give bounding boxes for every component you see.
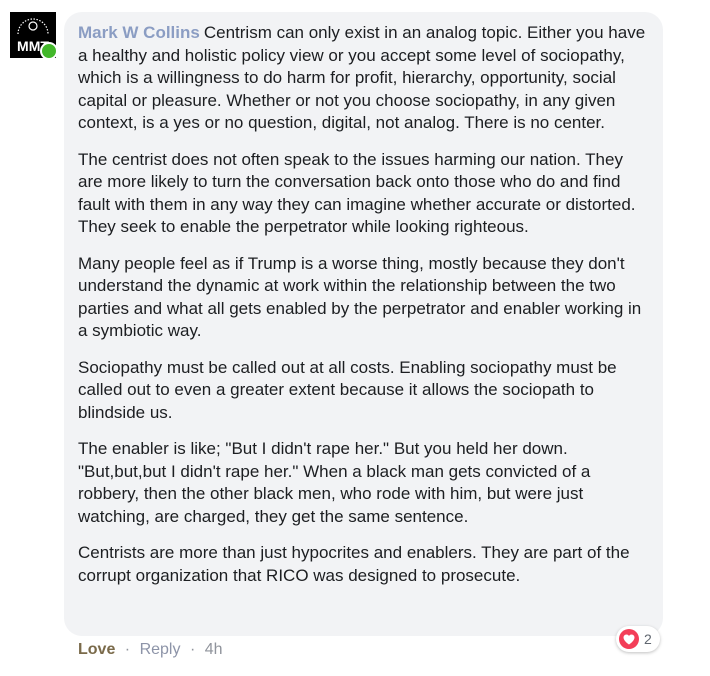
comment-paragraph-2: The centrist does not often speak to the… [78, 149, 636, 237]
comment-paragraph-6: Centrists are more than just hypocrites … [78, 543, 630, 585]
timestamp[interactable]: 4h [205, 641, 223, 658]
comment-paragraph-5: The enabler is like; "But I didn't rape … [78, 439, 591, 526]
reply-button[interactable]: Reply [140, 641, 181, 658]
reactions-badge[interactable]: 2 [616, 626, 660, 652]
comment-paragraph-3: Many people feel as if Trump is a worse … [78, 253, 642, 341]
action-separator: · [189, 641, 196, 658]
love-button[interactable]: Love [78, 641, 115, 658]
author-name[interactable]: Mark W Collins [78, 23, 200, 42]
heart-icon [619, 629, 639, 649]
online-status-dot [40, 42, 58, 60]
comment-actions: Love · Reply · 4h [78, 641, 223, 659]
comment-paragraph-1: Mark W Collins Centrism can only exist in… [78, 22, 649, 135]
reaction-count: 2 [644, 631, 652, 647]
comment-paragraph-4: Sociopathy must be called out at all cos… [78, 357, 617, 422]
action-separator: · [124, 641, 131, 658]
comment-bubble: Mark W Collins Centrism can only exist in… [64, 12, 663, 636]
